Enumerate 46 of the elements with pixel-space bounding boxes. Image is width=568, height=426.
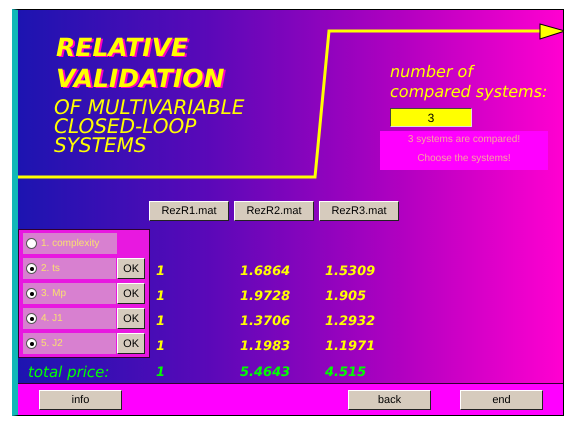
action-button[interactable]: info: [39, 390, 122, 410]
value-cell-text: 1.3706: [240, 314, 292, 329]
total-value: 5.4643: [240, 364, 292, 380]
value-cell-text: 1.1983: [240, 339, 292, 354]
criterion-label: 2. ts: [41, 263, 60, 274]
value-cell-text: 1: [156, 314, 166, 329]
radio-button[interactable]: [26, 238, 37, 249]
value-cell-text: 1.905: [325, 289, 368, 304]
total-value: 1: [156, 364, 166, 380]
subtitle-text: SYSTEMS: [54, 136, 146, 155]
ok-button[interactable]: OK: [117, 333, 145, 354]
subtitle-text: OF MULTIVARIABLE: [54, 98, 246, 117]
subtitle-text: CLOSED-LOOP: [54, 117, 196, 136]
count-label: compared systems:: [390, 82, 548, 102]
value-cell-text: 1: [156, 264, 166, 279]
radio-button[interactable]: [26, 313, 37, 324]
ok-button[interactable]: OK: [117, 283, 145, 304]
value-cell-text: 1.9728: [240, 289, 292, 304]
radio-button[interactable]: [26, 263, 37, 274]
count-label: number of: [390, 62, 473, 82]
action-button[interactable]: back: [348, 390, 431, 410]
value-cell-text: 1.6864: [240, 264, 292, 279]
file-button[interactable]: RezR3.mat: [319, 201, 399, 221]
ok-button[interactable]: OK: [117, 258, 145, 279]
value-cell-text: 1.1971: [325, 339, 376, 354]
radio-button[interactable]: [26, 288, 37, 299]
total-value: 4.515: [325, 364, 368, 380]
value-cell-text: 1: [156, 289, 166, 304]
value-cell-text: 1.2932: [325, 314, 376, 329]
count-input-field[interactable]: 3: [390, 108, 472, 127]
file-button[interactable]: RezR2.mat: [234, 201, 314, 221]
criterion-label: 4. J1: [41, 313, 63, 324]
radio-button[interactable]: [26, 338, 37, 349]
value-cell-text: 1.5309: [325, 264, 376, 279]
total-label: total price:: [27, 363, 110, 381]
file-button[interactable]: RezR1.mat: [149, 201, 229, 221]
title-text: RELATIVE: [56, 32, 189, 63]
message-text: 3 systems are compared!: [408, 134, 520, 145]
ok-button[interactable]: OK: [117, 308, 145, 329]
criterion-label: 3. Mp: [41, 288, 66, 299]
criterion-label: 5. J2: [41, 338, 63, 349]
message-text: Choose the systems!: [417, 153, 511, 164]
value-cell-text: 1: [156, 339, 166, 354]
title-text: VALIDATION: [56, 63, 226, 94]
action-button[interactable]: end: [460, 390, 543, 410]
criterion-label: 1. complexity: [41, 238, 100, 249]
